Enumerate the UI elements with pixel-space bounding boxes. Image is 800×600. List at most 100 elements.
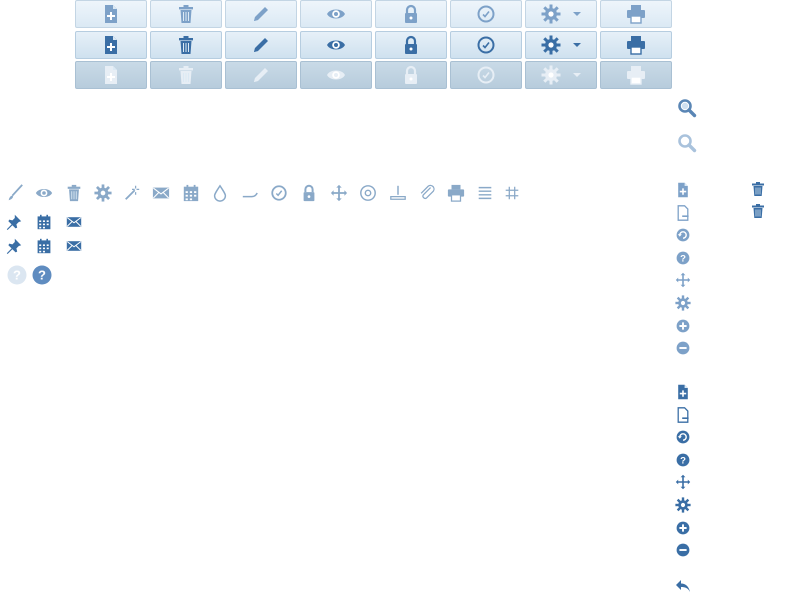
printer-button[interactable] — [600, 31, 672, 59]
pencil-button[interactable] — [225, 0, 297, 28]
printer-icon — [626, 65, 646, 85]
gear-dropdown-icon — [541, 35, 561, 55]
envelope-icon[interactable] — [66, 238, 82, 254]
plus-icon[interactable] — [675, 520, 691, 536]
pencil-icon — [251, 65, 271, 85]
add-document-button[interactable] — [75, 0, 147, 28]
svg-text:?: ? — [680, 455, 686, 466]
eye-icon — [326, 65, 346, 85]
lock-icon — [401, 35, 421, 55]
drop-icon[interactable] — [211, 184, 229, 202]
brush-icon[interactable] — [6, 184, 24, 202]
gear-dropdown-button[interactable] — [525, 61, 597, 89]
trash-icon — [176, 4, 196, 24]
download-icon[interactable] — [389, 184, 407, 202]
gear-dropdown-icon — [541, 65, 561, 85]
clock-button[interactable] — [450, 61, 522, 89]
paperclip-icon[interactable] — [418, 184, 436, 202]
remove-file-icon[interactable] — [675, 204, 691, 221]
add-document-button[interactable] — [75, 31, 147, 59]
printer-icon — [626, 4, 646, 24]
clock-icon[interactable] — [270, 184, 288, 202]
gear-icon[interactable] — [94, 184, 112, 202]
add-document-icon — [101, 4, 121, 24]
eye-button[interactable] — [300, 31, 372, 59]
grid-icon[interactable] — [503, 184, 521, 202]
trash-icon — [176, 35, 196, 55]
eye-icon — [326, 4, 346, 24]
move-icon[interactable] — [675, 474, 691, 490]
help-icon[interactable]: ? — [675, 250, 691, 266]
trash-button[interactable] — [150, 31, 222, 59]
eye-button[interactable] — [300, 0, 372, 28]
trash-icon[interactable] — [750, 203, 766, 219]
trash-icon[interactable] — [65, 184, 83, 202]
help-icon[interactable]: ? — [7, 265, 27, 285]
cursor-icon[interactable] — [241, 184, 259, 202]
calendar-icon[interactable] — [182, 184, 200, 202]
plus-icon[interactable] — [675, 318, 691, 334]
clock-button[interactable] — [450, 0, 522, 28]
gear-icon[interactable] — [675, 295, 691, 311]
pencil-icon — [251, 35, 271, 55]
gear-dropdown-button[interactable] — [525, 31, 597, 59]
magic-wand-icon[interactable] — [123, 184, 141, 202]
move-icon[interactable] — [675, 272, 691, 288]
lock-button[interactable] — [375, 61, 447, 89]
eye-icon — [326, 35, 346, 55]
clock-icon — [476, 35, 496, 55]
trash-icon — [176, 65, 196, 85]
minus-icon[interactable] — [675, 542, 691, 558]
envelope-icon[interactable] — [66, 214, 82, 230]
pencil-button[interactable] — [225, 61, 297, 89]
lock-icon — [401, 4, 421, 24]
trash-icon[interactable] — [750, 181, 766, 197]
add-file-icon[interactable] — [675, 182, 691, 198]
chevron-down-icon — [573, 73, 581, 77]
trash-button[interactable] — [150, 61, 222, 89]
svg-text:?: ? — [13, 268, 21, 283]
pin-icon[interactable] — [6, 214, 22, 230]
lock-button[interactable] — [375, 0, 447, 28]
list-icon[interactable] — [476, 184, 494, 202]
remove-file-icon[interactable] — [675, 406, 691, 423]
chevron-down-icon — [573, 12, 581, 16]
printer-button[interactable] — [600, 61, 672, 89]
undo-icon[interactable] — [675, 429, 691, 445]
gear-dropdown-icon — [541, 4, 561, 24]
calendar-icon[interactable] — [36, 238, 52, 254]
clock-button[interactable] — [450, 31, 522, 59]
gear-dropdown-button[interactable] — [525, 0, 597, 28]
lock-button[interactable] — [375, 31, 447, 59]
pencil-button[interactable] — [225, 31, 297, 59]
search-icon[interactable] — [677, 98, 697, 118]
help-icon-active[interactable]: ? — [32, 265, 52, 285]
chevron-down-icon — [573, 43, 581, 47]
help-icon[interactable]: ? — [675, 452, 691, 468]
minus-icon[interactable] — [675, 340, 691, 356]
pencil-icon — [251, 4, 271, 24]
printer-button[interactable] — [600, 0, 672, 28]
add-document-button[interactable] — [75, 61, 147, 89]
move-icon[interactable] — [330, 184, 348, 202]
clock-icon — [476, 4, 496, 24]
pin-icon[interactable] — [6, 238, 22, 254]
mail-icon[interactable] — [152, 184, 170, 202]
add-file-icon[interactable] — [675, 384, 691, 400]
printer-icon — [626, 35, 646, 55]
eye-button[interactable] — [300, 61, 372, 89]
printer-icon[interactable] — [447, 184, 465, 202]
svg-text:?: ? — [38, 268, 46, 283]
lock-icon[interactable] — [300, 184, 318, 202]
trash-button[interactable] — [150, 0, 222, 28]
at-sign-icon[interactable] — [359, 184, 377, 202]
search-icon-inactive[interactable] — [677, 133, 697, 153]
calendar-icon[interactable] — [36, 214, 52, 230]
clock-icon — [476, 65, 496, 85]
add-document-icon — [101, 35, 121, 55]
gear-icon[interactable] — [675, 497, 691, 513]
add-document-icon — [101, 65, 121, 85]
undo-icon[interactable] — [675, 227, 691, 243]
eye-icon[interactable] — [35, 184, 53, 202]
reply-icon[interactable] — [675, 578, 691, 594]
